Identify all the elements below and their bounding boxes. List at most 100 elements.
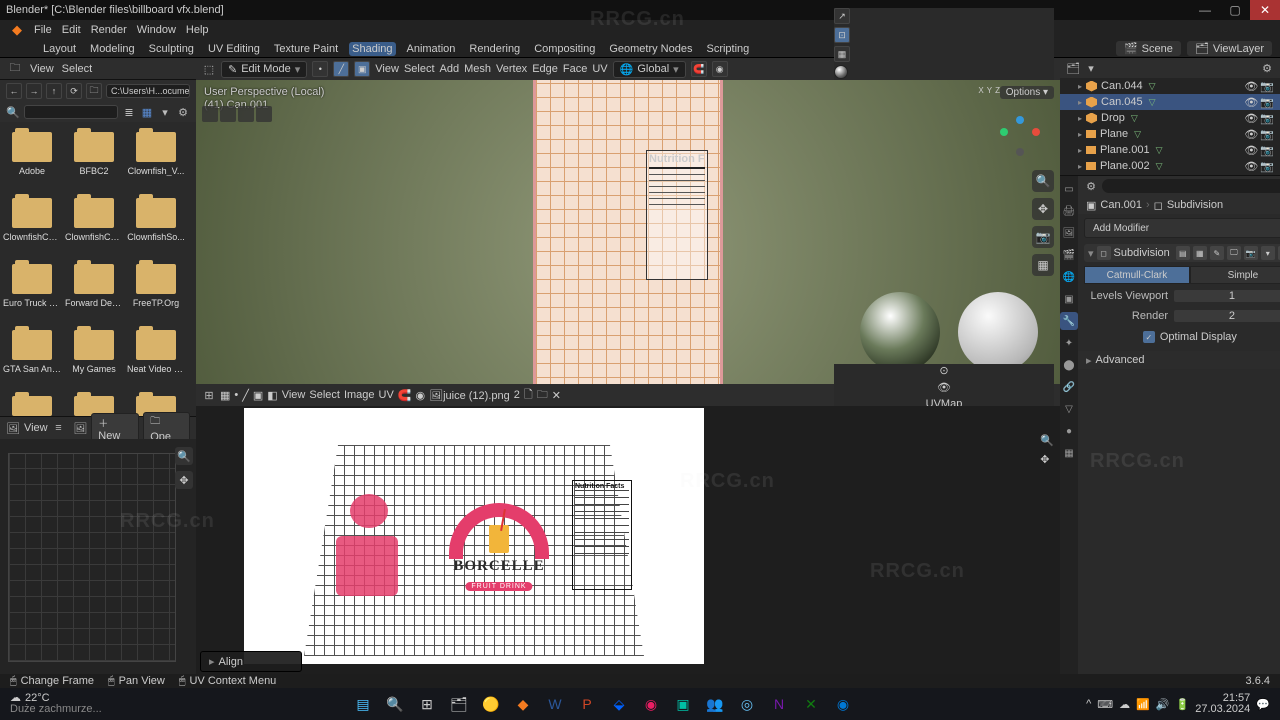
path-field[interactable]: C:\Users\H...ocuments\: [106, 84, 190, 98]
menu-help[interactable]: Help: [186, 24, 209, 36]
snap-icon[interactable]: 🧲: [691, 61, 707, 77]
editor-type-icon[interactable]: ⊞: [202, 388, 216, 402]
image-new-icon[interactable]: 🗋: [524, 386, 533, 405]
taskbar-weather[interactable]: ☁22°C Duże zachmurze...: [0, 693, 120, 715]
uv-select[interactable]: Select: [309, 389, 340, 401]
v3d-add[interactable]: Add: [440, 63, 460, 75]
image-preview[interactable]: [8, 453, 176, 662]
v3d-mesh[interactable]: Mesh: [464, 63, 491, 75]
options-dropdown[interactable]: Options ▾: [1000, 86, 1054, 99]
outliner-row[interactable]: ▸Plane▽👁📷: [1060, 126, 1280, 142]
img-zoom-icon[interactable]: 🔍: [175, 447, 193, 465]
mod-cage-icon[interactable]: ▦: [1193, 246, 1207, 260]
mod-editmode-icon[interactable]: ✎: [1210, 246, 1224, 260]
subdivision-algorithm[interactable]: Catmull-Clark Simple: [1084, 266, 1280, 284]
close-button[interactable]: ✕: [1250, 0, 1280, 20]
folder-item[interactable]: GTA San And...: [2, 326, 62, 390]
tray-wifi-icon[interactable]: 📶: [1136, 698, 1150, 711]
v3d-view[interactable]: View: [375, 63, 399, 75]
mod-render-icon[interactable]: 📷: [1244, 246, 1258, 260]
display-list-icon[interactable]: ≣: [122, 105, 136, 119]
editor-type-icon[interactable]: 🗀: [8, 62, 22, 76]
outliner-row[interactable]: ▸Can.045▽👁📷: [1060, 94, 1280, 110]
mod-dropdown-icon[interactable]: ▾: [1261, 246, 1275, 260]
prop-tab-render-icon[interactable]: ▭: [1060, 180, 1078, 198]
fb-view-menu[interactable]: View: [30, 63, 54, 75]
menu-render[interactable]: Render: [91, 24, 127, 36]
render-value[interactable]: 2: [1174, 310, 1280, 322]
nav-gizmo[interactable]: [996, 116, 1042, 162]
edge-icon[interactable]: ◉: [829, 690, 857, 718]
folder-item[interactable]: Clownfish_V...: [126, 128, 186, 192]
folder-item[interactable]: Euro Truck S...: [2, 260, 62, 324]
prop-tab-world-icon[interactable]: 🌐: [1060, 268, 1078, 286]
visibility-icon[interactable]: 👁: [1244, 112, 1258, 125]
render-vis-icon[interactable]: 📷: [1260, 96, 1274, 109]
select-tool2-icon[interactable]: [238, 106, 254, 122]
levels-value[interactable]: 1: [1174, 290, 1280, 302]
bc-obj[interactable]: Can.001: [1100, 199, 1142, 211]
nav-back-icon[interactable]: ←: [6, 83, 22, 99]
tab-compositing[interactable]: Compositing: [531, 42, 598, 56]
file-search-input[interactable]: [24, 105, 118, 119]
tab-texture[interactable]: Texture Paint: [271, 42, 341, 56]
visibility-icon[interactable]: 👁: [1244, 80, 1258, 93]
propedit-icon[interactable]: ◉: [712, 61, 728, 77]
menu-edit[interactable]: Edit: [62, 24, 81, 36]
render-vis-icon[interactable]: 📷: [1260, 112, 1274, 125]
advanced-section[interactable]: ▸Advanced: [1078, 351, 1280, 369]
hamburger-icon[interactable]: ≡: [52, 421, 66, 435]
folder-item[interactable]: ClownfishCu...: [64, 194, 124, 258]
cursor-tool-icon[interactable]: [202, 106, 218, 122]
uv-island-icon[interactable]: ◧: [267, 389, 277, 402]
persp-toggle-icon[interactable]: ▦: [1032, 254, 1054, 276]
uv-pan-icon[interactable]: ✥: [1040, 453, 1054, 466]
catmull-btn[interactable]: Catmull-Clark: [1084, 266, 1190, 284]
render-vis-icon[interactable]: 📷: [1260, 144, 1274, 157]
tray-volume-icon[interactable]: 🔊: [1156, 698, 1170, 711]
v3d-vertex[interactable]: Vertex: [496, 63, 527, 75]
tab-sculpting[interactable]: Sculpting: [146, 42, 197, 56]
visibility-icon[interactable]: 👁: [1244, 160, 1258, 173]
outliner-row[interactable]: ▸vfx billboard.fspy▽👁📷: [1060, 174, 1280, 175]
image-open-icon[interactable]: 🗀: [537, 386, 548, 405]
folder-item[interactable]: [2, 392, 62, 416]
select-tool3-icon[interactable]: [256, 106, 272, 122]
onenote-icon[interactable]: N: [765, 690, 793, 718]
uv-pivot-icon[interactable]: ⊙: [939, 364, 948, 377]
uv-overlay-icon[interactable]: 👁: [937, 381, 951, 394]
folder-item[interactable]: My Games: [64, 326, 124, 390]
prop-tab-object-icon[interactable]: ▣: [1060, 290, 1078, 308]
max-button[interactable]: ▢: [1220, 0, 1250, 20]
nav-up-icon[interactable]: ↑: [46, 83, 62, 99]
tab-shading[interactable]: Shading: [349, 42, 395, 56]
min-button[interactable]: ―: [1190, 0, 1220, 20]
modifier-header[interactable]: ▾ ◻ Subdivision ▤ ▦ ✎ 🖵 📷 ▾ ✕: [1084, 244, 1280, 262]
gizmo-toggle-icon[interactable]: ↗: [834, 8, 850, 24]
uv-propedit-icon[interactable]: ◉: [416, 389, 426, 402]
outliner-row[interactable]: ▸Can.044▽👁📷: [1060, 78, 1280, 94]
prop-tab-data-icon[interactable]: ▽: [1060, 400, 1078, 418]
3d-viewport[interactable]: Nutrition F User Perspective (Local) (41…: [196, 80, 1060, 384]
folder-item[interactable]: FreeTP.Org: [126, 260, 186, 324]
funnel-icon[interactable]: ⚙: [1260, 61, 1274, 75]
tray-battery-icon[interactable]: 🔋: [1176, 698, 1190, 711]
image-selector[interactable]: 🖼juice (12).png: [429, 389, 510, 402]
explorer-icon[interactable]: 🗂: [445, 690, 473, 718]
mod-edit-icon[interactable]: ▤: [1176, 246, 1190, 260]
prop-tab-texture-icon[interactable]: ▦: [1060, 444, 1078, 462]
image-unlink-icon[interactable]: ✕: [552, 389, 561, 402]
nav-fwd-icon[interactable]: →: [26, 83, 42, 99]
v3d-select[interactable]: Select: [404, 63, 435, 75]
camera-icon[interactable]: 📷: [1032, 226, 1054, 248]
start-icon[interactable]: ▤: [349, 690, 377, 718]
xray-icon[interactable]: ▦: [834, 46, 850, 62]
tab-geonodes[interactable]: Geometry Nodes: [606, 42, 695, 56]
blender-icon[interactable]: ◆: [509, 690, 537, 718]
prop-tab-output-icon[interactable]: 🖨: [1060, 202, 1078, 220]
uv-snap-icon[interactable]: 🧲: [398, 389, 412, 402]
tab-rendering[interactable]: Rendering: [466, 42, 523, 56]
uv-image[interactable]: BORCELLE FRUIT DRINK Nutrition Facts: [244, 408, 704, 664]
xbox-icon[interactable]: ✕: [797, 690, 825, 718]
taskbar-clock[interactable]: 21:57 27.03.2024: [1195, 693, 1250, 715]
